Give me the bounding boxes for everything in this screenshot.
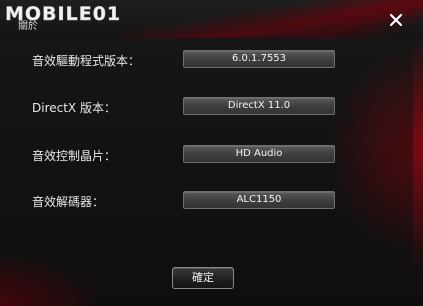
audio-chip-label: 音效控制晶片： [32, 149, 117, 163]
audio-chip-value: HD Audio [183, 145, 335, 163]
info-row-driver-version: 音效驅動程式版本： 6.0.1.7553 [0, 50, 423, 72]
titlebar-decoration [120, 0, 423, 38]
info-row-audio-chip: 音效控制晶片： HD Audio [0, 145, 423, 167]
info-row-directx-version: DirectX 版本： DirectX 11.0 [0, 97, 423, 119]
about-dialog: MOBILE01 關於 音效驅動程式版本： 6.0.1.7553 DirectX… [0, 0, 423, 306]
directx-version-value: DirectX 11.0 [183, 97, 335, 115]
audio-codec-label: 音效解碼器： [32, 195, 105, 209]
close-icon [389, 13, 403, 27]
driver-version-label: 音效驅動程式版本： [32, 54, 141, 68]
close-button[interactable] [383, 7, 409, 33]
titlebar: MOBILE01 關於 [0, 0, 423, 38]
audio-codec-value: ALC1150 [183, 191, 335, 209]
directx-version-label: DirectX 版本： [32, 101, 116, 115]
ok-button[interactable]: 確定 [172, 267, 234, 289]
driver-version-value: 6.0.1.7553 [183, 50, 335, 68]
info-row-audio-codec: 音效解碼器： ALC1150 [0, 191, 423, 213]
dialog-title: 關於 [18, 21, 38, 32]
